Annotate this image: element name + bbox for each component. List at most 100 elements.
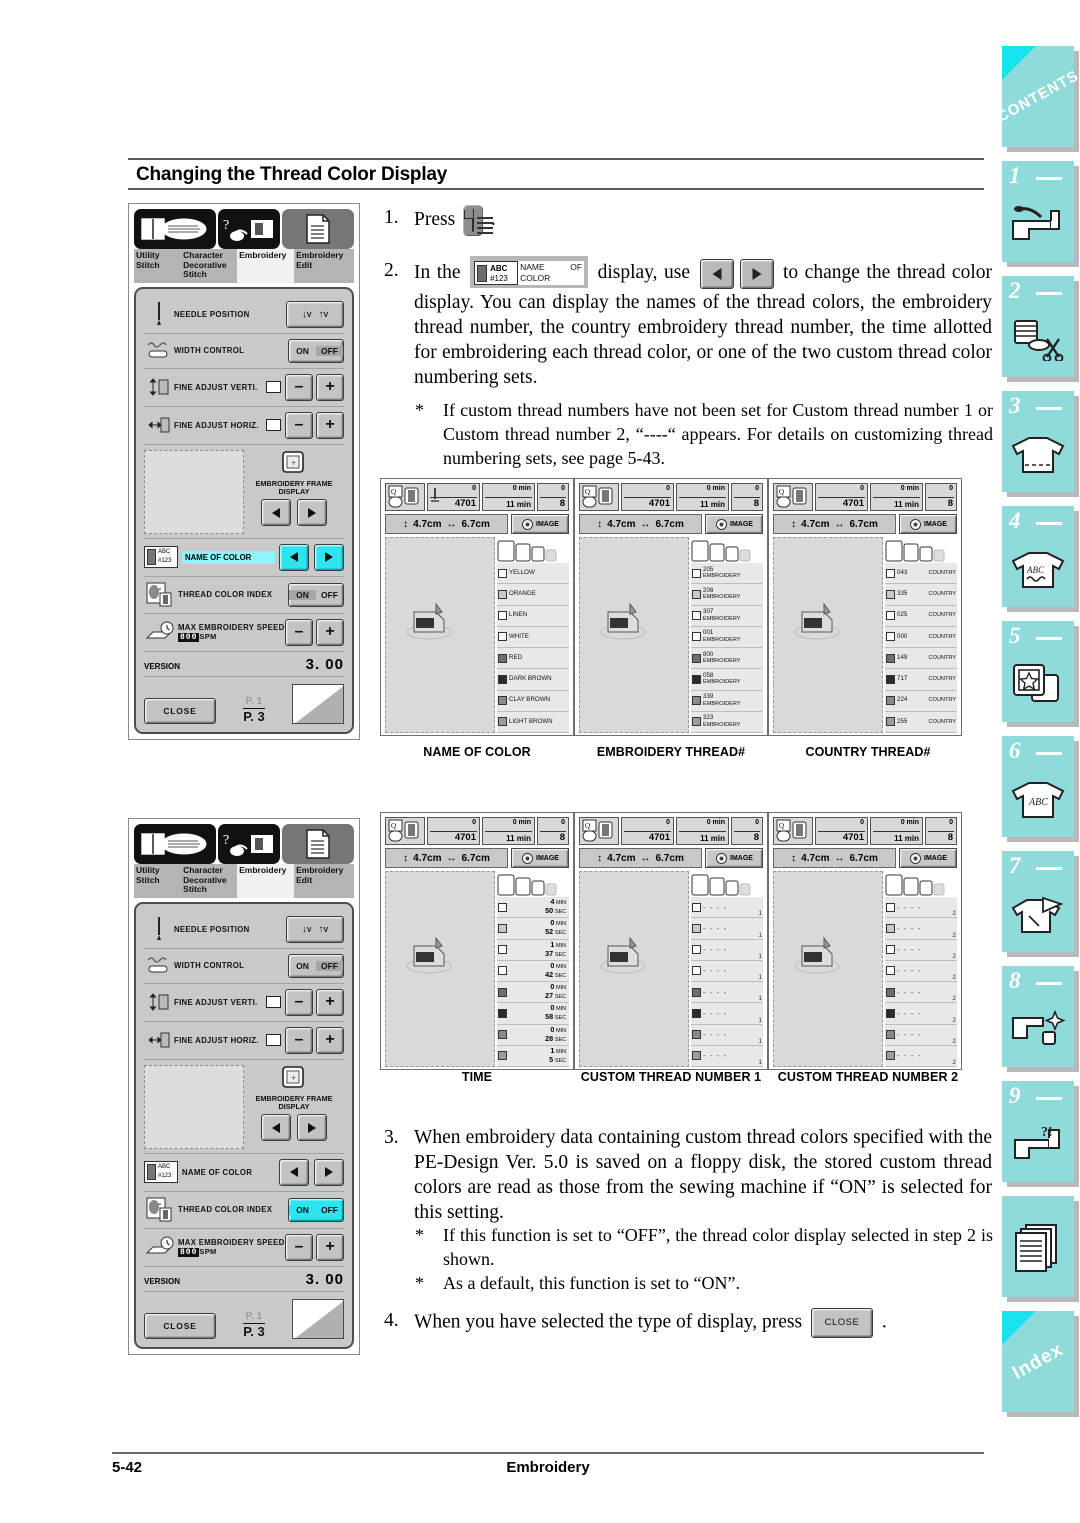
fine-adjust-verti-plus[interactable]: + — [316, 373, 344, 401]
tab-chapter-4[interactable]: 4 ABC — [1002, 506, 1074, 607]
list-item[interactable]: - - - - 1 — [691, 897, 763, 919]
list-item[interactable]: 205 EMBROIDERY — [691, 563, 763, 585]
tab-index[interactable]: Index — [1002, 1311, 1074, 1412]
name-of-color-key[interactable]: ABC #123 NAME OF COLOR — [470, 256, 589, 288]
list-item[interactable]: 000 COUNTRY — [885, 626, 957, 648]
tab-chapter-6[interactable]: 6 ABC — [1002, 736, 1074, 837]
list-item[interactable]: - - - - 2 — [885, 1024, 957, 1046]
list-item[interactable]: RED — [497, 648, 569, 670]
embroidery-settings-icon[interactable] — [282, 824, 354, 864]
page-turn-button[interactable] — [291, 1298, 344, 1339]
thread-color-index-toggle[interactable]: ON OFF — [288, 582, 344, 607]
max-speed-plus[interactable]: + — [316, 1233, 344, 1261]
tab-appendix[interactable] — [1002, 1196, 1074, 1297]
tab-chapter-8[interactable]: 8 — [1002, 966, 1074, 1067]
frame-display-next-button[interactable] — [297, 499, 327, 527]
list-item[interactable]: - - - - 1 — [691, 1024, 763, 1046]
list-item[interactable]: LIGHT BROWN — [497, 711, 569, 733]
next-arrow-key[interactable] — [739, 258, 774, 289]
name-of-color-next-button[interactable] — [314, 543, 344, 571]
width-control-on[interactable]: ON — [289, 961, 316, 971]
name-of-color-prev-button[interactable] — [279, 543, 309, 571]
list-item[interactable]: 025 COUNTRY — [885, 605, 957, 627]
list-item[interactable]: 0 MIN 27 SEC — [497, 982, 569, 1004]
lcd-close-button[interactable]: CLOSE — [144, 1312, 216, 1339]
list-item[interactable]: 149 COUNTRY — [885, 648, 957, 670]
list-item[interactable]: 208 EMBROIDERY — [691, 584, 763, 606]
width-control-toggle[interactable]: ON OFF — [288, 953, 344, 978]
prev-arrow-key[interactable] — [699, 258, 734, 289]
list-item[interactable]: - - - - 1 — [691, 939, 763, 961]
tab-chapter-2[interactable]: 2 — [1002, 276, 1074, 377]
list-item[interactable]: - - - - 2 — [885, 1045, 957, 1067]
list-item[interactable]: DARK BROWN — [497, 669, 569, 691]
width-control-on[interactable]: ON — [289, 346, 316, 356]
tab-chapter-1[interactable]: 1 — [1002, 161, 1074, 262]
needle-position-buttons[interactable]: ↓V ↑V — [286, 915, 344, 943]
character-decorative-stitch-icon[interactable]: ? — [217, 824, 280, 864]
lcd-tab-embroidery[interactable]: Embroidery — [237, 249, 295, 283]
embroidery-settings-icon[interactable] — [282, 209, 354, 249]
list-item[interactable]: 0 MIN 58 SEC — [497, 1003, 569, 1025]
list-item[interactable]: 4 MIN 50 SEC — [497, 897, 569, 919]
list-item[interactable]: 800 EMBROIDERY — [691, 648, 763, 670]
settings-page-key[interactable] — [463, 205, 494, 236]
name-of-color-next-button[interactable] — [314, 1158, 344, 1186]
fine-adjust-horiz-minus[interactable]: – — [285, 1026, 313, 1054]
lcd-tab-character-decorative-stitch[interactable]: Character Decorative Stitch — [181, 249, 238, 283]
tab-chapter-7[interactable]: 7 — [1002, 851, 1074, 952]
utility-stitch-icon[interactable] — [134, 209, 216, 249]
list-item[interactable]: 058 EMBROIDERY — [691, 669, 763, 691]
list-item[interactable]: - - - - 1 — [691, 918, 763, 940]
fine-adjust-verti-plus[interactable]: + — [316, 988, 344, 1016]
fine-adjust-horiz-plus[interactable]: + — [316, 411, 344, 439]
image-button[interactable]: IMAGE — [899, 848, 957, 868]
list-item[interactable]: 335 COUNTRY — [885, 584, 957, 606]
tab-contents[interactable]: CONTENTS — [994, 46, 1080, 147]
list-item[interactable]: - - - - 1 — [691, 960, 763, 982]
list-item[interactable]: 307 EMBROIDERY — [691, 605, 763, 627]
thread-color-index-toggle[interactable]: ON OFF — [288, 1197, 344, 1222]
list-item[interactable]: 0 MIN 42 SEC — [497, 960, 569, 982]
list-item[interactable]: 1 MIN 5 SEC — [497, 1045, 569, 1067]
list-item[interactable]: 001 EMBROIDERY — [691, 626, 763, 648]
image-button[interactable]: IMAGE — [511, 848, 569, 868]
list-item[interactable]: - - - - 2 — [885, 918, 957, 940]
thread-color-index-on[interactable]: ON — [289, 1204, 316, 1215]
width-control-off[interactable]: OFF — [316, 345, 343, 356]
lcd-tab-character-decorative-stitch[interactable]: Character Decorative Stitch — [181, 864, 238, 898]
thread-color-index-off[interactable]: OFF — [316, 1205, 343, 1215]
list-item[interactable]: 717 COUNTRY — [885, 669, 957, 691]
list-item[interactable]: - - - - 2 — [885, 897, 957, 919]
list-item[interactable]: 043 COUNTRY — [885, 563, 957, 585]
max-speed-minus[interactable]: – — [285, 1233, 313, 1261]
image-button[interactable]: IMAGE — [511, 514, 569, 534]
list-item[interactable]: - - - - 2 — [885, 960, 957, 982]
list-item[interactable]: LINEN — [497, 605, 569, 627]
list-item[interactable]: 255 COUNTRY — [885, 711, 957, 733]
needle-position-buttons[interactable]: ↓V ↑V — [286, 300, 344, 328]
image-button[interactable]: IMAGE — [705, 514, 763, 534]
lcd-tab-embroidery-edit[interactable]: Embroidery Edit — [294, 249, 355, 283]
frame-display-prev-button[interactable] — [261, 499, 291, 527]
max-speed-plus[interactable]: + — [316, 618, 344, 646]
lcd-close-button[interactable]: CLOSE — [144, 697, 216, 724]
tab-chapter-5[interactable]: 5 — [1002, 621, 1074, 722]
list-item[interactable]: - - - - 1 — [691, 1045, 763, 1067]
list-item[interactable]: 224 COUNTRY — [885, 690, 957, 712]
fine-adjust-verti-minus[interactable]: – — [285, 988, 313, 1016]
list-item[interactable]: - - - - 2 — [885, 982, 957, 1004]
image-button[interactable]: IMAGE — [899, 514, 957, 534]
list-item[interactable]: YELLOW — [497, 563, 569, 585]
list-item[interactable]: 339 EMBROIDERY — [691, 690, 763, 712]
tab-chapter-9[interactable]: 9 ?! — [1002, 1081, 1074, 1182]
frame-display-prev-button[interactable] — [261, 1114, 291, 1142]
width-control-toggle[interactable]: ON OFF — [288, 338, 344, 363]
lcd-tab-embroidery-edit[interactable]: Embroidery Edit — [294, 864, 355, 898]
list-item[interactable]: ORANGE — [497, 584, 569, 606]
width-control-off[interactable]: OFF — [316, 960, 343, 971]
lcd-tab-utility-stitch[interactable]: Utility Stitch — [134, 864, 182, 898]
list-item[interactable]: 1 MIN 37 SEC — [497, 939, 569, 961]
image-button[interactable]: IMAGE — [705, 848, 763, 868]
fine-adjust-horiz-plus[interactable]: + — [316, 1026, 344, 1054]
